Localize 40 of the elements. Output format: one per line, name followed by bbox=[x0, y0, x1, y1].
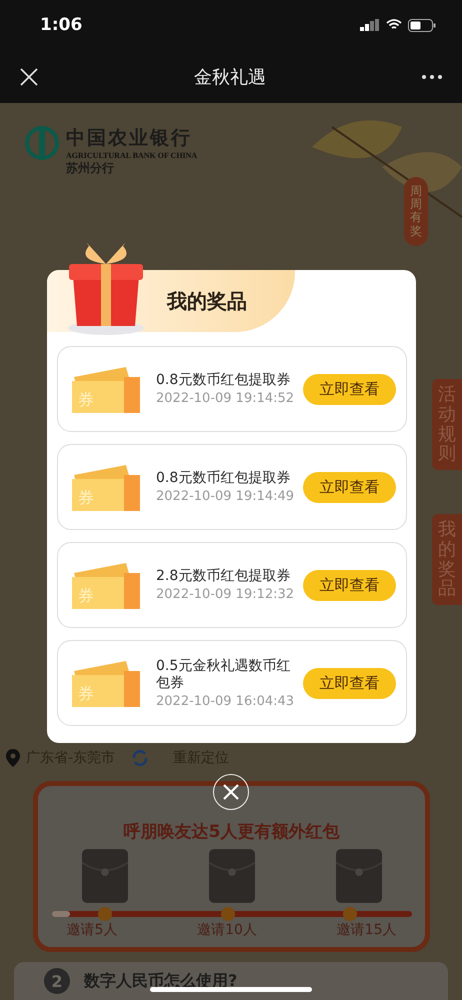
wifi-icon bbox=[386, 19, 402, 31]
close-icon bbox=[223, 784, 239, 800]
milestone-dot bbox=[98, 907, 112, 921]
invite-title: 呼朋唤友达5人更有额外红包 bbox=[124, 821, 340, 843]
dialog-title: 我的奖品 bbox=[167, 288, 247, 314]
milestone-label: 邀请15人 bbox=[336, 921, 396, 939]
refresh-icon bbox=[131, 749, 150, 768]
milestone-dot bbox=[343, 907, 358, 921]
faq-number: 2 bbox=[44, 968, 70, 994]
status-time: 1:06 bbox=[40, 15, 82, 35]
weekly-prize-tag: 周周有奖 bbox=[404, 177, 428, 246]
more-button[interactable] bbox=[422, 74, 442, 78]
signal-icon bbox=[360, 19, 380, 31]
location-pin-icon bbox=[6, 749, 20, 768]
milestone-label: 邀请5人 bbox=[66, 921, 118, 939]
close-button[interactable] bbox=[20, 68, 38, 86]
prize-time: 2022-10-09 16:04:43 bbox=[156, 694, 296, 708]
prize-name: 0.8元数币红包提取券 bbox=[156, 372, 292, 390]
milestone-label: 邀请10人 bbox=[197, 921, 257, 939]
prize-time: 2022-10-09 19:14:49 bbox=[156, 488, 296, 504]
view-button[interactable]: 立即查看 bbox=[303, 374, 396, 404]
bank-name-english: AGRICULTURAL BANK OF CHINA bbox=[66, 151, 198, 160]
battery-icon bbox=[408, 18, 436, 32]
view-button[interactable]: 立即查看 bbox=[303, 668, 396, 698]
prize-name: 2.8元数币红包提取券 bbox=[156, 568, 292, 586]
envelope-icon bbox=[82, 849, 128, 903]
prize-name: 0.5元金秋礼遇数币红包券 bbox=[156, 658, 292, 692]
close-button[interactable] bbox=[213, 774, 249, 810]
envelope-icon bbox=[208, 849, 254, 903]
nav-title: 金秋礼遇 bbox=[194, 66, 266, 88]
milestone-dot bbox=[220, 907, 235, 921]
close-icon bbox=[20, 68, 38, 86]
envelope-icon bbox=[336, 849, 382, 903]
prize-time: 2022-10-09 19:14:52 bbox=[156, 390, 296, 406]
prize-time: 2022-10-09 19:12:32 bbox=[156, 586, 296, 602]
view-button[interactable]: 立即查看 bbox=[303, 570, 396, 600]
view-button[interactable]: 立即查看 bbox=[303, 472, 396, 502]
bank-logo-icon bbox=[24, 125, 60, 161]
more-icon bbox=[422, 74, 442, 78]
prize-name: 0.8元数币红包提取券 bbox=[156, 470, 292, 488]
